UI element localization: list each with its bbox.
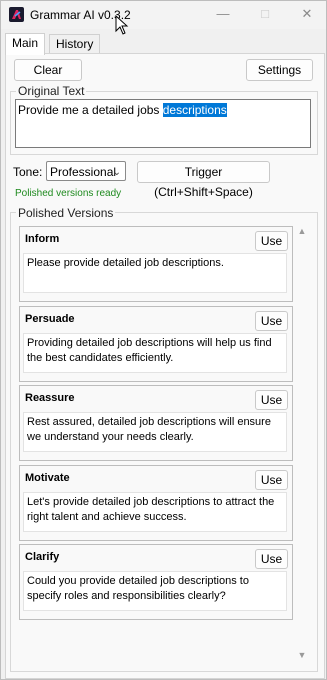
- polished-card-persuade: Persuade Use Providing detailed job desc…: [19, 306, 293, 382]
- minimize-icon[interactable]: —: [215, 7, 231, 21]
- clear-button[interactable]: Clear: [14, 59, 82, 81]
- polished-card-reassure: Reassure Use Rest assured, detailed job …: [19, 385, 293, 461]
- mouse-cursor-icon: [115, 15, 129, 35]
- app-logo-icon: [9, 7, 24, 22]
- tab-history[interactable]: History: [49, 34, 101, 54]
- status-text: Polished versions ready: [15, 188, 122, 199]
- card-title: Clarify: [25, 551, 60, 563]
- title-bar[interactable]: Grammar AI v0.3.2 — □ ✕: [1, 1, 326, 35]
- card-text[interactable]: Could you provide detailed job descripti…: [23, 571, 287, 611]
- polished-card-inform: Inform Use Please provide detailed job d…: [19, 226, 293, 302]
- scroll-down-icon[interactable]: ▼: [297, 650, 307, 660]
- use-button[interactable]: Use: [255, 390, 288, 410]
- original-text-value: Provide me a detailed jobs: [18, 103, 163, 117]
- close-icon[interactable]: ✕: [299, 7, 315, 21]
- card-text[interactable]: Please provide detailed job descriptions…: [23, 253, 287, 293]
- use-button[interactable]: Use: [255, 311, 288, 331]
- trigger-button[interactable]: Trigger (Ctrl+Shift+Space): [137, 161, 270, 199]
- polished-card-clarify: Clarify Use Could you provide detailed j…: [19, 544, 293, 620]
- scroll-up-icon[interactable]: ▲: [297, 226, 307, 236]
- tab-main[interactable]: Main: [5, 33, 46, 55]
- original-text-input[interactable]: Provide me a detailed jobs descriptions: [15, 99, 311, 148]
- tone-label: Tone:: [13, 165, 43, 179]
- polished-versions-label: Polished Versions: [16, 206, 116, 220]
- card-title: Persuade: [25, 313, 75, 325]
- app-window: Grammar AI v0.3.2 — □ ✕ Main History Cle…: [0, 0, 327, 680]
- chevron-down-icon: ⌄: [112, 167, 121, 178]
- card-title: Motivate: [25, 472, 70, 484]
- tone-select[interactable]: Professional ⌄: [46, 161, 126, 181]
- original-text-label: Original Text: [16, 84, 87, 98]
- polished-card-motivate: Motivate Use Let's provide detailed job …: [19, 465, 293, 541]
- card-text[interactable]: Let's provide detailed job descriptions …: [23, 492, 287, 532]
- tone-selected-value: Professional: [50, 165, 117, 179]
- card-text[interactable]: Rest assured, detailed job descriptions …: [23, 412, 287, 452]
- selected-text: descriptions: [162, 103, 227, 117]
- card-title: Inform: [25, 233, 60, 245]
- card-title: Reassure: [25, 392, 75, 404]
- scrollbar[interactable]: ▲ ▼: [295, 226, 309, 666]
- use-button[interactable]: Use: [255, 231, 288, 251]
- use-button[interactable]: Use: [255, 549, 288, 569]
- use-button[interactable]: Use: [255, 470, 288, 490]
- maximize-icon: □: [261, 6, 269, 21]
- card-text[interactable]: Providing detailed job descriptions will…: [23, 333, 287, 373]
- settings-button[interactable]: Settings: [246, 59, 313, 81]
